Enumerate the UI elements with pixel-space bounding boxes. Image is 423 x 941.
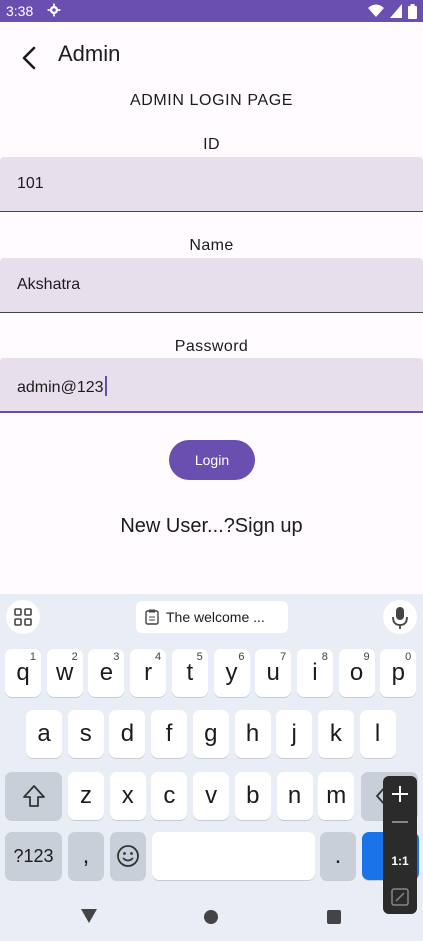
key-hint: 5	[196, 651, 203, 663]
key-o[interactable]: o9	[338, 649, 375, 697]
keyboard-suggestion-bar: The welcome ...	[0, 594, 423, 640]
id-value: 101	[17, 175, 44, 192]
key-hint: 7	[280, 651, 287, 663]
id-label: ID	[203, 136, 220, 153]
key-e[interactable]: e3	[88, 649, 125, 697]
back-arrow-icon[interactable]	[16, 44, 44, 72]
name-field[interactable]: Akshatra	[0, 258, 423, 313]
zoom-in-icon[interactable]	[390, 784, 410, 804]
app-bar: Admin	[0, 22, 423, 88]
key-label: w	[56, 659, 74, 686]
key-hint: 1	[29, 651, 36, 663]
password-field[interactable]: admin@123	[0, 358, 423, 413]
comma-key[interactable]: ,	[68, 832, 104, 880]
clipboard-text: The welcome ...	[166, 609, 265, 625]
system-nav-bar	[0, 894, 423, 941]
name-label: Name	[189, 237, 234, 254]
soft-keyboard: The welcome ... q1w2e3r4t5y6u7i8o9p0 asd…	[0, 594, 423, 941]
key-label: t	[186, 659, 194, 686]
key-m[interactable]: m	[318, 772, 355, 820]
password-value: admin@123	[17, 376, 107, 397]
period-key[interactable]: .	[320, 832, 356, 880]
nav-back-icon[interactable]	[80, 908, 98, 924]
key-label: i	[312, 659, 318, 686]
key-z[interactable]: z	[68, 772, 104, 820]
zoom-out-icon[interactable]	[390, 820, 410, 824]
status-bar: 3:38	[0, 0, 423, 22]
key-hint: 0	[405, 651, 412, 663]
floating-zoom-panel: 1:1	[383, 776, 417, 914]
zoom-level[interactable]: 1:1	[383, 854, 417, 868]
nav-recents-icon[interactable]	[326, 909, 342, 925]
id-field[interactable]: 101	[0, 157, 423, 212]
clipboard-suggestion[interactable]: The welcome ...	[136, 601, 288, 633]
key-l[interactable]: l	[359, 710, 396, 758]
key-hint: 8	[321, 651, 328, 663]
key-u[interactable]: u7	[255, 649, 292, 697]
symbols-key[interactable]: ?123	[5, 832, 62, 880]
nav-home-icon[interactable]	[203, 909, 219, 925]
key-x[interactable]: x	[109, 772, 146, 820]
key-j[interactable]: j	[276, 710, 313, 758]
key-n[interactable]: n	[276, 772, 313, 820]
key-r[interactable]: r4	[130, 649, 167, 697]
key-a[interactable]: a	[26, 710, 62, 758]
key-hint: 4	[154, 651, 162, 663]
text-caret	[104, 376, 107, 396]
key-i[interactable]: i8	[296, 649, 333, 697]
key-label: q	[16, 659, 30, 686]
key-label: y	[225, 659, 238, 686]
signal-icon	[390, 4, 402, 18]
emoji-key[interactable]	[110, 832, 146, 880]
key-w[interactable]: w2	[46, 649, 83, 697]
name-value: Akshatra	[17, 276, 81, 293]
space-key[interactable]	[152, 832, 315, 880]
key-h[interactable]: h	[234, 710, 271, 758]
key-c[interactable]: c	[151, 772, 188, 820]
key-g[interactable]: g	[192, 710, 229, 758]
key-t[interactable]: t5	[171, 649, 208, 697]
key-d[interactable]: d	[109, 710, 146, 758]
key-label: r	[144, 659, 153, 686]
key-p[interactable]: p0	[380, 649, 417, 697]
settings-gear-icon	[47, 3, 61, 17]
key-k[interactable]: k	[317, 710, 354, 758]
battery-icon	[408, 3, 417, 19]
app-title: Admin	[58, 41, 121, 66]
key-label: p	[391, 659, 405, 686]
login-button[interactable]: Login	[169, 440, 255, 480]
key-v[interactable]: v	[193, 772, 230, 820]
key-b[interactable]: b	[234, 772, 271, 820]
key-label: o	[349, 659, 364, 686]
key-f[interactable]: f	[151, 710, 188, 758]
key-s[interactable]: s	[67, 710, 104, 758]
emoji-icon	[117, 845, 139, 867]
apps-grid-icon[interactable]	[6, 600, 40, 634]
signup-link[interactable]: New User...?Sign up	[0, 515, 423, 538]
key-hint: 3	[113, 651, 120, 663]
key-label: e	[99, 659, 114, 686]
wifi-icon	[368, 4, 384, 17]
key-q[interactable]: q1	[5, 649, 41, 697]
page-heading: ADMIN LOGIN PAGE	[129, 92, 294, 109]
shift-key[interactable]	[5, 772, 62, 820]
clipboard-icon	[145, 609, 159, 625]
password-label: Password	[174, 338, 249, 355]
microphone-icon[interactable]	[383, 600, 417, 634]
key-hint: 9	[363, 651, 370, 663]
key-hint: 2	[71, 651, 78, 663]
key-label: u	[266, 659, 280, 686]
status-time: 3:38	[6, 3, 34, 19]
key-y[interactable]: y6	[213, 649, 250, 697]
shift-arrow-icon	[22, 785, 45, 807]
key-hint: 6	[238, 651, 245, 663]
resize-icon[interactable]	[391, 888, 409, 906]
